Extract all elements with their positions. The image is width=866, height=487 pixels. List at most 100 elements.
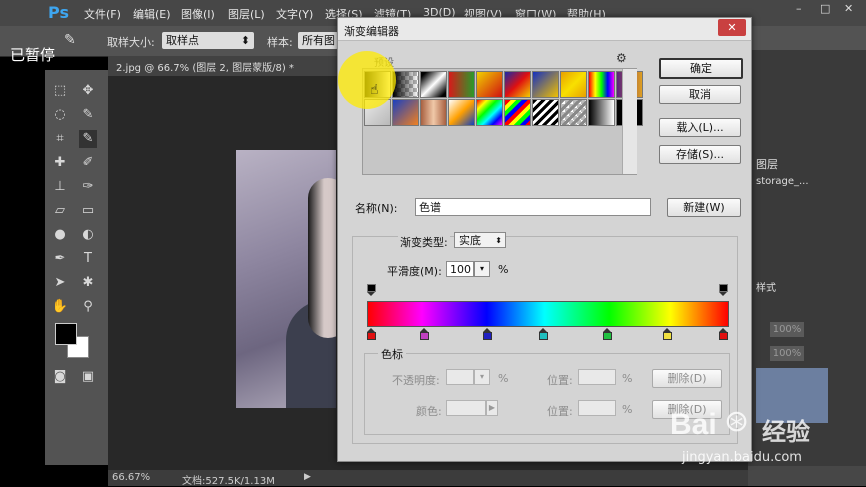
gradient-preset-swatch[interactable]: [476, 99, 503, 126]
blur-tool-icon[interactable]: ●: [51, 226, 69, 244]
gradient-preset-swatch[interactable]: [504, 71, 531, 98]
gradient-preset-swatch[interactable]: [420, 71, 447, 98]
screen-mode-icon[interactable]: ▣: [79, 368, 97, 386]
presets-scrollbar[interactable]: [622, 69, 637, 174]
gradient-preset-swatch[interactable]: [448, 99, 475, 126]
gradient-preset-swatch[interactable]: [588, 71, 615, 98]
document-tab[interactable]: 2.jpg @ 66.7% (图层 2, 图层蒙版/8) *: [108, 56, 338, 76]
menu-item-4[interactable]: 文字(Y): [276, 6, 313, 22]
sample-select[interactable]: 所有图: [298, 32, 338, 49]
smoothness-label: 平滑度(M):: [387, 265, 442, 278]
document-image[interactable]: [236, 150, 336, 408]
gradient-tool-icon[interactable]: ▭: [79, 202, 97, 220]
close-icon[interactable]: ✕: [844, 2, 853, 15]
gradient-preset-swatch[interactable]: [476, 71, 503, 98]
name-field[interactable]: 色谱: [415, 198, 651, 216]
cancel-button[interactable]: 取消: [659, 85, 741, 104]
ok-button[interactable]: 确定: [659, 58, 743, 79]
color-location-field[interactable]: [578, 400, 616, 416]
gradient-preset-swatch[interactable]: [448, 71, 475, 98]
gradient-preset-swatch[interactable]: [420, 99, 447, 126]
menu-item-1[interactable]: 编辑(E): [133, 6, 171, 22]
new-button[interactable]: 新建(W): [667, 198, 741, 217]
hand-tool-icon[interactable]: ✋: [51, 298, 69, 316]
save-button[interactable]: 存储(S)...: [659, 145, 741, 164]
gradient-preset-swatch[interactable]: [392, 99, 419, 126]
gradient-preset-swatch[interactable]: [588, 99, 615, 126]
dialog-close-button[interactable]: ✕: [718, 19, 746, 36]
status-bar: 66.67% 文档:527.5K/1.13M ▶: [108, 470, 748, 487]
clone-stamp-tool-icon[interactable]: ⊥: [51, 178, 69, 196]
quick-select-tool-icon[interactable]: ✎: [79, 106, 97, 124]
fill-field[interactable]: 100%: [770, 346, 804, 361]
minimize-icon[interactable]: –: [796, 2, 802, 15]
gear-icon[interactable]: ⚙: [616, 51, 627, 65]
opacity-delete-button[interactable]: 删除(D): [652, 369, 722, 388]
color-stop[interactable]: [483, 328, 493, 340]
color-stop[interactable]: [662, 328, 672, 340]
opacity-field[interactable]: [446, 369, 474, 385]
gradient-preset-fill: [533, 72, 558, 97]
color-stop[interactable]: [602, 328, 612, 340]
load-button[interactable]: 载入(L)...: [659, 118, 741, 137]
gradient-type-select[interactable]: 实底 ⬍: [454, 232, 506, 248]
gradient-preview-bar[interactable]: [367, 301, 729, 327]
opacity-label: 不透明度:: [392, 374, 440, 387]
opacity-location-field[interactable]: [578, 369, 616, 385]
restore-icon[interactable]: □: [820, 2, 830, 15]
path-select-tool-icon[interactable]: ➤: [51, 274, 69, 292]
gradient-preset-swatch[interactable]: [532, 71, 559, 98]
foreground-color-swatch[interactable]: [55, 323, 77, 345]
healing-brush-tool-icon[interactable]: ✚: [51, 154, 69, 172]
gradient-preset-swatch[interactable]: [532, 99, 559, 126]
sample-size-value: 取样点: [166, 34, 199, 47]
color-stop[interactable]: [719, 328, 728, 340]
opacity-dropdown-button[interactable]: ▾: [474, 369, 490, 385]
smoothness-dropdown-button[interactable]: ▾: [474, 261, 490, 277]
shape-tool-icon[interactable]: ✱: [79, 274, 97, 292]
gradient-preset-swatch[interactable]: [560, 71, 587, 98]
gradient-preset-swatch[interactable]: [560, 99, 587, 126]
style-tab[interactable]: 样式: [756, 279, 776, 294]
opacity-stop[interactable]: [719, 284, 728, 296]
document-tab-title: 2.jpg @ 66.7% (图层 2, 图层蒙版/8) *: [116, 63, 294, 74]
color-stop[interactable]: [539, 328, 549, 340]
color-stop[interactable]: [367, 328, 376, 340]
dodge-tool-icon[interactable]: ◐: [79, 226, 97, 244]
brush-tool-icon[interactable]: ✐: [79, 154, 97, 172]
type-tool-icon[interactable]: T: [79, 250, 97, 268]
status-arrow-icon[interactable]: ▶: [304, 472, 311, 482]
sample-size-select[interactable]: 取样点 ⬍: [162, 32, 254, 49]
opacity-stop[interactable]: [367, 284, 376, 296]
cursor-highlight: [338, 51, 396, 109]
smoothness-field[interactable]: 100: [446, 261, 474, 277]
lasso-tool-icon[interactable]: ◌: [51, 106, 69, 124]
opacity-field[interactable]: 100%: [770, 322, 804, 337]
window-controls: – □ ✕: [790, 0, 866, 20]
paw-icon: ⊛: [724, 404, 750, 439]
gradient-preset-swatch[interactable]: [504, 99, 531, 126]
dialog-title-bar[interactable]: 渐变编辑器 ✕: [338, 18, 751, 41]
marquee-tool-icon[interactable]: ⬚: [51, 82, 69, 100]
quick-mask-icon[interactable]: ◙: [51, 368, 69, 386]
eyedropper-tool-icon[interactable]: ✎: [64, 32, 76, 48]
eraser-tool-icon[interactable]: ▱: [51, 202, 69, 220]
zoom-level[interactable]: 66.67%: [112, 472, 150, 483]
crop-tool-icon[interactable]: ⌗: [51, 130, 69, 148]
gradient-preset-swatch[interactable]: [392, 71, 419, 98]
menu-item-3[interactable]: 图层(L): [228, 6, 265, 22]
eyedropper-tool-icon[interactable]: ✎: [79, 130, 97, 148]
color-field[interactable]: [446, 400, 486, 416]
history-brush-tool-icon[interactable]: ✑: [79, 178, 97, 196]
gradient-type-label: 渐变类型:: [398, 234, 450, 250]
color-stop[interactable]: [419, 328, 429, 340]
color-picker-arrow-icon[interactable]: ▶: [486, 400, 498, 416]
move-tool-icon[interactable]: ✥: [79, 82, 97, 100]
gradient-preset-fill: [393, 72, 418, 97]
gradient-preset-fill: [589, 100, 614, 125]
menu-item-2[interactable]: 图像(I): [181, 6, 215, 22]
layer-name[interactable]: storage_...: [756, 176, 809, 187]
menu-item-0[interactable]: 文件(F): [84, 6, 121, 22]
zoom-tool-icon[interactable]: ⚲: [79, 298, 97, 316]
pen-tool-icon[interactable]: ✒: [51, 250, 69, 268]
